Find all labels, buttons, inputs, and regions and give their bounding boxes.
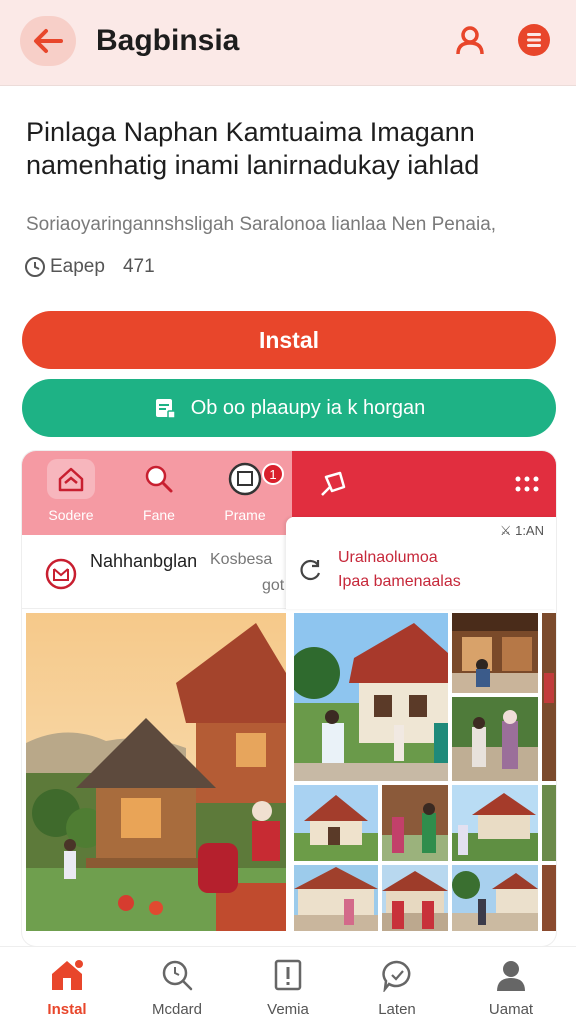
app-subtitle: Soriaoyaringannshsligah Saralonoa lianla… bbox=[26, 214, 497, 235]
preview-list-item[interactable]: Nahhanbglan Kosbesa got bbox=[22, 535, 292, 609]
bottom-navigation: Instal Mcdard Vemia Laten Uamat bbox=[0, 946, 576, 1024]
edge-image bbox=[542, 785, 556, 861]
app-bar: Bagbinsia bbox=[0, 0, 576, 86]
notification-badge: 1 bbox=[262, 463, 284, 485]
app-preview[interactable]: Sodere Fane Prame 1 Nahhanbglan Kosbesa … bbox=[22, 451, 556, 946]
edge-image bbox=[542, 613, 556, 781]
nav-item-label: Mcdard bbox=[151, 1001, 203, 1018]
preview-tab-label: Sodere bbox=[48, 507, 94, 523]
nav-item-label: Instal bbox=[47, 1001, 87, 1018]
arrow-left-icon bbox=[34, 29, 63, 53]
house-image bbox=[452, 785, 538, 861]
preview-grid-photo[interactable] bbox=[542, 865, 556, 931]
menu-circle-icon bbox=[518, 24, 550, 56]
people-image bbox=[382, 785, 448, 861]
traditional-house-image bbox=[26, 613, 286, 931]
search-icon bbox=[145, 465, 173, 493]
search-icon bbox=[162, 960, 193, 991]
preview-main-photo[interactable] bbox=[26, 613, 286, 931]
open-button-label: Ob oo plaaupy ia k horgan bbox=[190, 396, 426, 419]
meta-label: Eapep bbox=[50, 256, 105, 277]
preview-card-time: ⚔ 1:AN bbox=[499, 523, 544, 538]
preview-grid-photo[interactable] bbox=[452, 613, 538, 693]
preview-grid-photo[interactable] bbox=[294, 785, 378, 861]
alert-box-icon bbox=[274, 959, 302, 991]
house-image bbox=[294, 785, 378, 861]
profile-button[interactable] bbox=[452, 22, 488, 58]
grid-dots-icon bbox=[515, 476, 539, 492]
preview-card-line1: Uralnaolumoa bbox=[338, 549, 438, 566]
page-title: Bagbinsia bbox=[96, 24, 240, 57]
chat-icon bbox=[382, 960, 411, 992]
preview-grid-photo[interactable] bbox=[382, 785, 448, 861]
menu-button[interactable] bbox=[516, 22, 552, 58]
preview-grid-photo[interactable] bbox=[452, 785, 538, 861]
preview-grid-photo[interactable] bbox=[294, 865, 378, 931]
home-icon bbox=[52, 960, 83, 990]
pin-icon bbox=[321, 471, 346, 496]
document-icon bbox=[155, 399, 176, 419]
nav-item-install[interactable]: Instal bbox=[12, 957, 122, 1018]
open-button[interactable]: Ob oo plaaupy ia k horgan bbox=[22, 379, 556, 437]
edge-image bbox=[542, 865, 556, 931]
meta-count: 471 bbox=[122, 256, 155, 277]
preview-tab-label: Prame bbox=[224, 507, 266, 523]
street-image bbox=[452, 865, 538, 931]
preview-row-name-secondary: Kosbesa bbox=[210, 551, 273, 568]
preview-tab-search[interactable]: Fane bbox=[126, 459, 192, 523]
preview-grid-photo[interactable] bbox=[452, 697, 538, 781]
nav-item-search[interactable]: Mcdard bbox=[122, 957, 232, 1018]
preview-grid-photo[interactable] bbox=[294, 613, 448, 781]
preview-row-small: got bbox=[262, 577, 285, 594]
message-icon bbox=[228, 462, 262, 496]
nav-item-label: Laten bbox=[378, 1001, 416, 1018]
people-image bbox=[382, 865, 448, 931]
porch-image bbox=[452, 613, 538, 693]
preview-tab-home[interactable]: Sodere bbox=[38, 459, 104, 523]
app-heading: Pinlaga Naphan Kamtuaima Imagann namenha… bbox=[26, 117, 480, 180]
preview-tab-label: Fane bbox=[143, 507, 175, 523]
nav-item-label: Vemia bbox=[267, 1001, 309, 1018]
preview-grid-photo[interactable] bbox=[452, 865, 538, 931]
preview-card-line2: Ipaa bamenaalas bbox=[338, 573, 461, 590]
people-image bbox=[452, 697, 538, 781]
user-icon bbox=[456, 26, 484, 55]
app-meta: Eapep 471 bbox=[24, 256, 155, 278]
mail-icon bbox=[45, 558, 77, 590]
clock-icon bbox=[25, 257, 45, 277]
house-image bbox=[294, 865, 378, 931]
nav-item-latest[interactable]: Laten bbox=[342, 957, 452, 1018]
user-icon bbox=[497, 961, 525, 991]
preview-grid-photo[interactable] bbox=[542, 613, 556, 781]
preview-row-name: Nahhanbglan bbox=[90, 551, 198, 571]
preview-notification-card[interactable]: ⚔ 1:AN Uralnaolumoa Ipaa bamenaalas bbox=[286, 517, 556, 609]
preview-grid-photo[interactable] bbox=[382, 865, 448, 931]
back-button[interactable] bbox=[20, 16, 76, 66]
nav-item-account[interactable]: Uamat bbox=[456, 957, 566, 1018]
nav-item-label: Uamat bbox=[488, 1001, 534, 1018]
install-button[interactable]: Instal bbox=[22, 311, 556, 369]
refresh-icon bbox=[300, 559, 321, 581]
preview-header bbox=[292, 451, 556, 517]
install-button-label: Instal bbox=[258, 326, 320, 353]
house-scene-image bbox=[294, 613, 448, 781]
home-icon bbox=[58, 467, 84, 492]
preview-grid-photo[interactable] bbox=[542, 785, 556, 861]
nav-item-media[interactable]: Vemia bbox=[233, 957, 343, 1018]
